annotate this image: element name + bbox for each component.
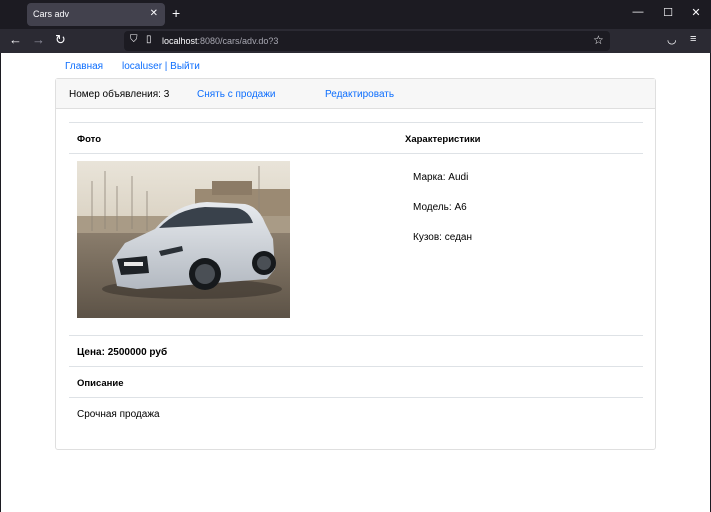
edit-link[interactable]: Редактировать	[325, 89, 394, 100]
plus-icon[interactable]: +	[172, 5, 180, 21]
pocket-icon[interactable]: ◡	[667, 33, 677, 46]
divider	[69, 153, 643, 154]
divider	[69, 366, 643, 367]
divider	[69, 397, 643, 398]
home-link[interactable]: Главная	[65, 61, 103, 72]
ad-number: Номер объявления: 3	[69, 89, 170, 100]
url-text[interactable]: localhost:8080/cars/adv.do?3	[162, 36, 278, 46]
forward-icon[interactable]: →	[32, 32, 45, 47]
tab-bar: Cars adv ✕ + — ☐ ✕	[0, 0, 711, 29]
menu-icon[interactable]: ≡	[690, 33, 696, 45]
minimize-icon[interactable]: —	[631, 6, 645, 18]
price: Цена: 2500000 руб	[77, 347, 168, 358]
divider	[69, 122, 643, 123]
url-host: localhost	[162, 36, 198, 46]
description-text: Срочная продажа	[77, 409, 160, 420]
close-icon[interactable]: ✕	[150, 8, 158, 19]
url-path: :8080/cars/adv.do?3	[197, 36, 279, 46]
page-icon[interactable]: ▯	[146, 34, 152, 45]
specs-header: Характеристики	[405, 134, 481, 145]
address-bar[interactable]: ⛉ ▯ localhost:8080/cars/adv.do?3 ☆	[124, 31, 610, 51]
reload-icon[interactable]: ↻	[55, 32, 66, 48]
browser-toolbar: ← → ↻ ⛉ ▯ localhost:8080/cars/adv.do?3 ☆…	[0, 29, 711, 53]
user-logout-link[interactable]: localuser | Выйти	[122, 61, 200, 72]
browser-tab[interactable]: Cars adv ✕	[27, 3, 165, 26]
back-icon[interactable]: ←	[9, 32, 22, 47]
car-photo	[77, 161, 290, 318]
spec-model: Модель: А6	[413, 202, 467, 213]
page-content: Главная localuser | Выйти Номер объявлен…	[1, 53, 710, 512]
spec-brand: Марка: Audi	[413, 172, 469, 183]
description-header: Описание	[77, 378, 124, 389]
tab-title: Cars adv	[33, 9, 70, 19]
divider	[69, 335, 643, 336]
remove-from-sale-link[interactable]: Снять с продажи	[197, 89, 276, 100]
maximize-icon[interactable]: ☐	[661, 6, 675, 19]
bookmark-star-icon[interactable]: ☆	[593, 33, 604, 47]
photo-header: Фото	[77, 134, 102, 145]
ad-card: Номер объявления: 3 Снять с продажи Реда…	[55, 78, 656, 450]
shield-icon[interactable]: ⛉	[130, 34, 138, 45]
card-header: Номер объявления: 3 Снять с продажи Реда…	[56, 79, 655, 109]
window-close-icon[interactable]: ✕	[689, 6, 703, 19]
spec-body: Кузов: седан	[413, 232, 472, 243]
